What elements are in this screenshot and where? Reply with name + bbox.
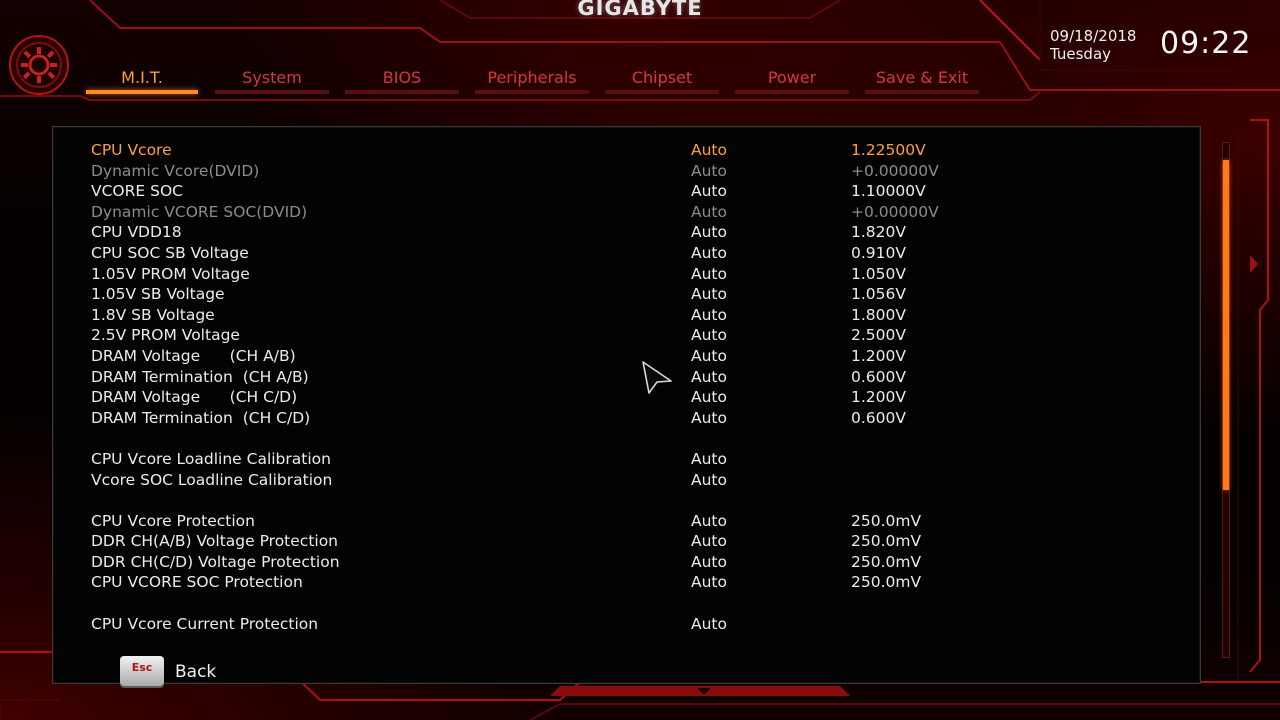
setting-value: 1.056V xyxy=(851,285,906,304)
setting-name: CPU VDD18 xyxy=(91,223,182,242)
clock-time: 09:22 xyxy=(1160,26,1252,61)
setting-value: 250.0mV xyxy=(851,532,922,551)
tab-peripherals[interactable]: Peripherals xyxy=(475,66,589,94)
setting-value: 250.0mV xyxy=(851,511,922,530)
setting-option: Auto xyxy=(691,202,727,221)
setting-option: Auto xyxy=(691,243,727,262)
setting-option: Auto xyxy=(691,182,727,201)
setting-name: 1.8V SB Voltage xyxy=(91,305,215,324)
setting-row[interactable]: VCORE SOC Auto 1.10000V xyxy=(91,181,1191,202)
tab-mit[interactable]: M.I.T. xyxy=(86,66,198,94)
setting-value: 1.200V xyxy=(851,388,906,407)
setting-value: 1.050V xyxy=(851,264,906,283)
setting-value: +0.00000V xyxy=(851,161,939,180)
setting-name: CPU Vcore Current Protection xyxy=(91,614,319,633)
setting-name: 1.05V SB Voltage xyxy=(91,285,225,304)
back-label: Back xyxy=(175,662,217,682)
setting-value: 250.0mV xyxy=(851,573,922,592)
setting-row: Dynamic Vcore(DVID) Auto +0.00000V xyxy=(91,161,1191,182)
tab-save-exit[interactable]: Save & Exit xyxy=(865,66,979,94)
setting-name: DRAM Termination (CH A/B) xyxy=(91,367,309,386)
setting-name: 2.5V PROM Voltage xyxy=(91,326,240,345)
setting-name: VCORE SOC xyxy=(91,182,183,201)
day-text: Tuesday xyxy=(1050,45,1112,63)
setting-value: 1.10000V xyxy=(851,182,926,201)
setting-name: 1.05V PROM Voltage xyxy=(91,264,250,283)
setting-value: +0.00000V xyxy=(851,202,939,221)
setting-value: 0.910V xyxy=(851,243,906,262)
setting-row: Dynamic VCORE SOC(DVID) Auto +0.00000V xyxy=(91,202,1191,223)
setting-row[interactable]: CPU SOC SB Voltage Auto 0.910V xyxy=(91,243,1191,264)
esc-key-icon[interactable]: Esc xyxy=(120,656,164,686)
setting-option: Auto xyxy=(691,470,727,489)
settings-panel: CPU Vcore Auto 1.22500V Dynamic Vcore(DVID)… xyxy=(52,126,1201,684)
setting-row[interactable]: CPU VCORE SOC Protection Auto 250.0mV xyxy=(91,572,1191,593)
setting-option: Auto xyxy=(691,346,727,365)
setting-option: Auto xyxy=(691,161,727,180)
setting-name: CPU Vcore Protection xyxy=(91,511,255,530)
setting-value: 0.600V xyxy=(851,408,906,427)
setting-option: Auto xyxy=(691,408,727,427)
setting-row[interactable]: 2.5V PROM Voltage Auto 2.500V xyxy=(91,325,1191,346)
setting-row[interactable]: 1.05V PROM Voltage Auto 1.050V xyxy=(91,264,1191,285)
setting-name: CPU Vcore Loadline Calibration xyxy=(91,449,331,468)
setting-option: Auto xyxy=(691,388,727,407)
setting-name: CPU SOC SB Voltage xyxy=(91,243,249,262)
setting-option: Auto xyxy=(691,614,727,633)
setting-option: Auto xyxy=(691,511,727,530)
setting-value: 1.800V xyxy=(851,305,906,324)
gear-icon[interactable] xyxy=(8,34,70,96)
setting-row[interactable]: CPU Vcore Protection Auto 250.0mV xyxy=(91,511,1191,532)
tab-bios[interactable]: BIOS xyxy=(345,66,459,94)
setting-option: Auto xyxy=(691,573,727,592)
setting-name: DRAM Voltage (CH C/D) xyxy=(91,388,298,407)
setting-option: Auto xyxy=(691,141,727,159)
setting-name: DDR CH(C/D) Voltage Protection xyxy=(91,552,340,571)
tab-power[interactable]: Power xyxy=(735,66,849,94)
setting-value: 2.500V xyxy=(851,326,906,345)
tab-system[interactable]: System xyxy=(215,66,329,94)
setting-value: 1.200V xyxy=(851,346,906,365)
setting-row[interactable]: CPU Vcore Current Protection Auto xyxy=(91,614,1191,635)
setting-option: Auto xyxy=(691,305,727,324)
date-text: 09/18/2018 xyxy=(1050,27,1137,45)
setting-name: CPU VCORE SOC Protection xyxy=(91,573,303,592)
setting-option: Auto xyxy=(691,449,727,468)
setting-option: Auto xyxy=(691,367,727,386)
setting-option: Auto xyxy=(691,552,727,571)
setting-option: Auto xyxy=(691,264,727,283)
date-display: 09/18/2018 Tuesday xyxy=(1050,27,1136,63)
setting-row[interactable]: DDR CH(A/B) Voltage Protection Auto 250.0m… xyxy=(91,531,1191,552)
setting-row[interactable]: DDR CH(C/D) Voltage Protection Auto 250.0m… xyxy=(91,552,1191,573)
setting-value: 250.0mV xyxy=(851,552,922,571)
setting-value: 0.600V xyxy=(851,367,906,386)
brand-logo-text: GIGABYTE xyxy=(577,0,703,20)
spacer-row xyxy=(91,490,1191,511)
setting-option: Auto xyxy=(691,532,727,551)
tab-chipset[interactable]: Chipset xyxy=(605,66,719,94)
mouse-cursor-icon xyxy=(642,361,672,394)
setting-row[interactable]: CPU Vcore Auto 1.22500V xyxy=(83,140,1191,161)
spacer-row xyxy=(91,593,1191,614)
setting-row[interactable]: CPU Vcore Loadline Calibration Auto xyxy=(91,449,1191,470)
setting-row[interactable]: DRAM Termination (CH C/D) Auto 0.600V xyxy=(91,408,1191,429)
setting-name: Dynamic Vcore(DVID) xyxy=(91,161,260,180)
scrollbar-thumb[interactable] xyxy=(1223,160,1229,490)
setting-option: Auto xyxy=(691,223,727,242)
setting-row[interactable]: 1.8V SB Voltage Auto 1.800V xyxy=(91,305,1191,326)
setting-option: Auto xyxy=(691,285,727,304)
spacer-row xyxy=(91,428,1191,449)
setting-value: 1.22500V xyxy=(851,141,926,159)
setting-name: Dynamic VCORE SOC(DVID) xyxy=(91,202,308,221)
setting-option: Auto xyxy=(691,326,727,345)
setting-name: DRAM Termination (CH C/D) xyxy=(91,408,311,427)
setting-row[interactable]: 1.05V SB Voltage Auto 1.056V xyxy=(91,284,1191,305)
setting-value: 1.820V xyxy=(851,223,906,242)
setting-row[interactable]: CPU VDD18 Auto 1.820V xyxy=(91,222,1191,243)
setting-name: Vcore SOC Loadline Calibration xyxy=(91,470,333,489)
setting-row[interactable]: Vcore SOC Loadline Calibration Auto xyxy=(91,470,1191,491)
setting-name: CPU Vcore xyxy=(91,141,172,159)
setting-name: DDR CH(A/B) Voltage Protection xyxy=(91,532,339,551)
setting-name: DRAM Voltage (CH A/B) xyxy=(91,346,296,365)
